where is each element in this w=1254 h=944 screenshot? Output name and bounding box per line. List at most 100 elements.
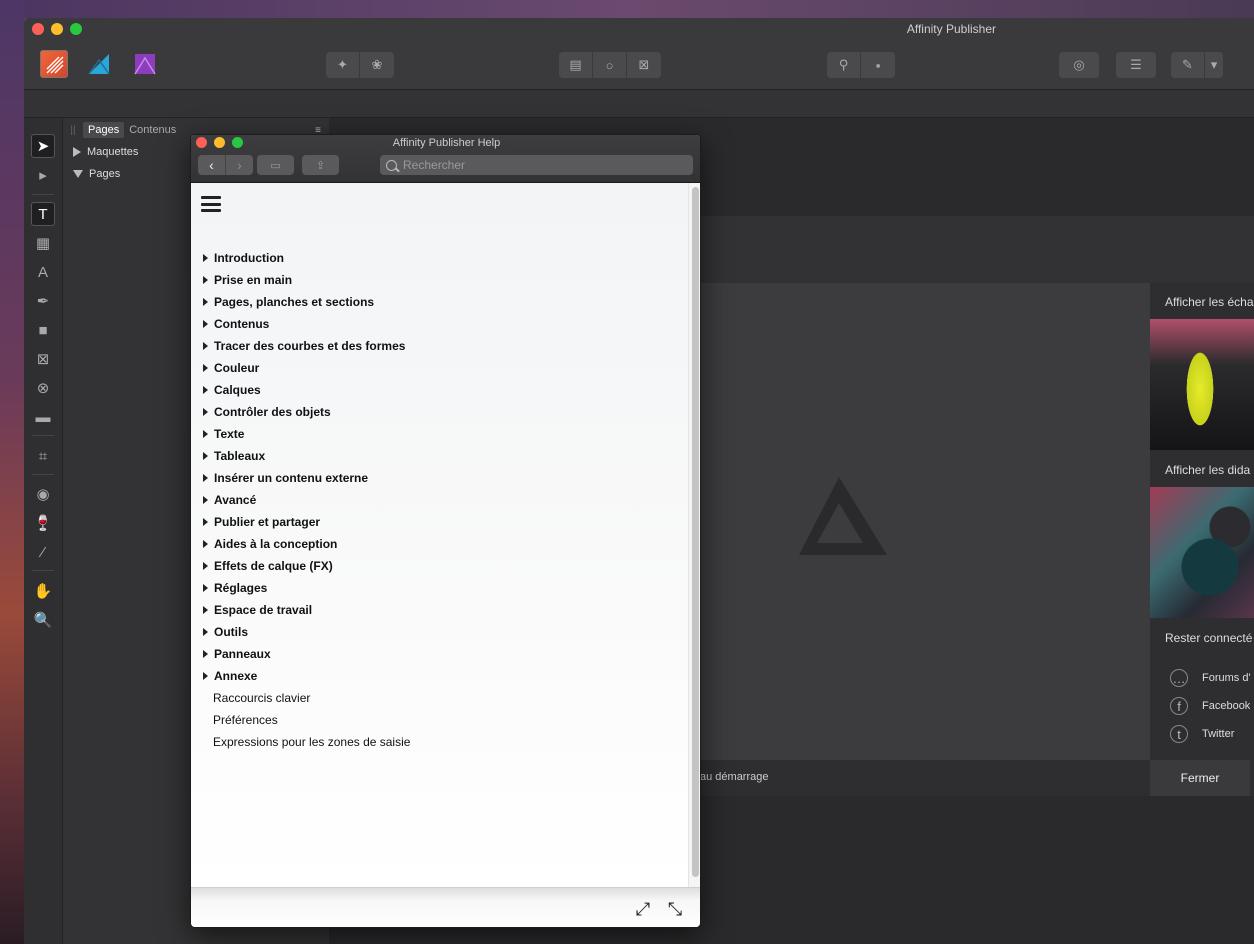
scrollbar[interactable] bbox=[688, 183, 700, 887]
back-button[interactable]: ‹ bbox=[198, 155, 225, 175]
search-field[interactable] bbox=[380, 155, 693, 175]
box-icon[interactable]: ⊠ bbox=[627, 52, 661, 78]
share-icon[interactable]: ✦ bbox=[326, 52, 360, 78]
table-icon[interactable]: ▦ bbox=[31, 231, 55, 255]
toc-section[interactable]: Avancé bbox=[203, 489, 410, 511]
toc-section[interactable]: Réglages bbox=[203, 577, 410, 599]
scrollbar-thumb[interactable] bbox=[692, 187, 699, 877]
zoom-icon[interactable]: 🔍 bbox=[31, 608, 55, 632]
hand-icon[interactable]: ✋ bbox=[31, 579, 55, 603]
fill-icon[interactable]: ◉ bbox=[31, 482, 55, 506]
toc-section[interactable]: Tableaux bbox=[203, 445, 410, 467]
close-button[interactable]: Fermer bbox=[1150, 760, 1250, 796]
toc-section[interactable]: Annexe bbox=[203, 665, 410, 687]
pin-icon[interactable]: ⚲ bbox=[827, 52, 861, 78]
disclosure-triangle-icon[interactable] bbox=[203, 474, 208, 482]
brush-icon[interactable]: ✎ bbox=[1171, 52, 1205, 78]
image-icon[interactable]: ▬ bbox=[31, 405, 55, 429]
row-maquettes[interactable]: Maquettes bbox=[73, 146, 138, 158]
designer-persona-icon[interactable] bbox=[85, 50, 113, 78]
crop-icon[interactable]: ⌗ bbox=[31, 444, 55, 468]
rectangle-icon[interactable]: ■ bbox=[31, 318, 55, 342]
toc-section[interactable]: Effets de calque (FX) bbox=[203, 555, 410, 577]
artistic-text-icon[interactable]: A bbox=[31, 260, 55, 284]
disclosure-triangle-icon[interactable] bbox=[203, 298, 208, 306]
toc-section[interactable]: Contenus bbox=[203, 313, 410, 335]
toc-section[interactable]: Publier et partager bbox=[203, 511, 410, 533]
disclosure-triangle-icon[interactable] bbox=[203, 364, 208, 372]
hamburger-menu-icon[interactable] bbox=[201, 196, 221, 212]
chevron-down-icon[interactable]: ▾ bbox=[1205, 52, 1223, 78]
disclosure-triangle-icon[interactable] bbox=[203, 650, 208, 658]
disclosure-triangle-icon[interactable] bbox=[203, 518, 208, 526]
grip-icon[interactable]: || bbox=[63, 125, 83, 136]
pen-icon[interactable]: ✒ bbox=[31, 289, 55, 313]
row-pages[interactable]: Pages bbox=[73, 168, 120, 180]
social-twitter[interactable]: t Twitter bbox=[1170, 725, 1234, 743]
publisher-persona-icon[interactable] bbox=[40, 50, 68, 78]
tab-pages[interactable]: Pages bbox=[83, 122, 125, 138]
square-icon[interactable]: ▪ bbox=[861, 52, 895, 78]
toc-section[interactable]: Calques bbox=[203, 379, 410, 401]
toc-section[interactable]: Pages, planches et sections bbox=[203, 291, 410, 313]
disclosure-triangle-icon[interactable] bbox=[203, 408, 208, 416]
color-picker-icon[interactable]: ⁄ bbox=[31, 540, 55, 564]
toc-link[interactable]: Expressions pour les zones de saisie bbox=[203, 731, 410, 753]
toc-section[interactable]: Espace de travail bbox=[203, 599, 410, 621]
show-tutorials-label[interactable]: Afficher les dida bbox=[1165, 463, 1250, 477]
disclosure-triangle-icon[interactable] bbox=[203, 276, 208, 284]
toc-section[interactable]: Tracer des courbes et des formes bbox=[203, 335, 410, 357]
toc-section[interactable]: Introduction bbox=[203, 247, 410, 269]
expand-icon[interactable]: ⤢ bbox=[632, 898, 654, 920]
startup-checkbox-label[interactable]: au démarrage bbox=[700, 771, 769, 783]
page-icon[interactable]: ▤ bbox=[559, 52, 593, 78]
toc-section[interactable]: Couleur bbox=[203, 357, 410, 379]
disclosure-triangle-icon[interactable] bbox=[203, 628, 208, 636]
toc-section[interactable]: Aides à la conception bbox=[203, 533, 410, 555]
toc-link[interactable]: Raccourcis clavier bbox=[203, 687, 410, 709]
tab-contenus[interactable]: Contenus bbox=[124, 122, 181, 138]
share-button[interactable]: ⇪ bbox=[302, 155, 339, 175]
disclosure-triangle-icon[interactable] bbox=[203, 606, 208, 614]
view-icon[interactable]: ◎ bbox=[1059, 52, 1099, 78]
disclosure-triangle-icon[interactable] bbox=[203, 342, 208, 350]
disclosure-triangle-icon[interactable] bbox=[203, 584, 208, 592]
toc-link[interactable]: Préférences bbox=[203, 709, 410, 731]
toc-section[interactable]: Outils bbox=[203, 621, 410, 643]
disclosure-triangle-icon[interactable] bbox=[203, 540, 208, 548]
disclosure-triangle-icon[interactable] bbox=[203, 430, 208, 438]
move-tool-icon[interactable]: ➤ bbox=[31, 134, 55, 158]
disclosure-triangle-icon[interactable] bbox=[203, 320, 208, 328]
search-input[interactable] bbox=[403, 158, 683, 172]
chevron-down-icon[interactable] bbox=[73, 170, 83, 178]
transparency-icon[interactable]: 🍷 bbox=[31, 511, 55, 535]
disclosure-triangle-icon[interactable] bbox=[203, 386, 208, 394]
picture-frame-icon[interactable]: ⊠ bbox=[31, 347, 55, 371]
disclosure-triangle-icon[interactable] bbox=[203, 562, 208, 570]
disclosure-triangle-icon[interactable] bbox=[203, 254, 208, 262]
show-samples-label[interactable]: Afficher les écha bbox=[1165, 295, 1254, 309]
disclosure-triangle-icon[interactable] bbox=[203, 452, 208, 460]
forward-button[interactable]: › bbox=[225, 155, 253, 175]
text-frame-icon[interactable]: T bbox=[31, 202, 55, 226]
social-facebook[interactable]: f Facebook bbox=[1170, 697, 1250, 715]
toc-section[interactable]: Texte bbox=[203, 423, 410, 445]
flower-icon[interactable]: ❀ bbox=[360, 52, 394, 78]
social-forums[interactable]: … Forums d' bbox=[1170, 669, 1251, 687]
disclosure-triangle-icon[interactable] bbox=[203, 496, 208, 504]
collapse-icon[interactable]: ⤡ bbox=[664, 898, 686, 920]
toc-section[interactable]: Contrôler des objets bbox=[203, 401, 410, 423]
chevron-right-icon[interactable] bbox=[73, 147, 81, 157]
lines-icon[interactable]: ☰ bbox=[1116, 52, 1156, 78]
toc-section[interactable]: Insérer un contenu externe bbox=[203, 467, 410, 489]
disclosure-triangle-icon[interactable] bbox=[203, 672, 208, 680]
photo-persona-icon[interactable] bbox=[131, 50, 159, 78]
sample-thumbnail[interactable] bbox=[1150, 319, 1254, 450]
toc-section[interactable]: Panneaux bbox=[203, 643, 410, 665]
toc-section[interactable]: Prise en main bbox=[203, 269, 410, 291]
ellipse-frame-icon[interactable]: ⊗ bbox=[31, 376, 55, 400]
sidebar-toggle-button[interactable]: ▭ bbox=[257, 155, 294, 175]
node-tool-icon[interactable]: ▸ bbox=[31, 163, 55, 187]
tutorial-thumbnail[interactable] bbox=[1150, 487, 1254, 618]
circle-icon[interactable]: ○ bbox=[593, 52, 627, 78]
